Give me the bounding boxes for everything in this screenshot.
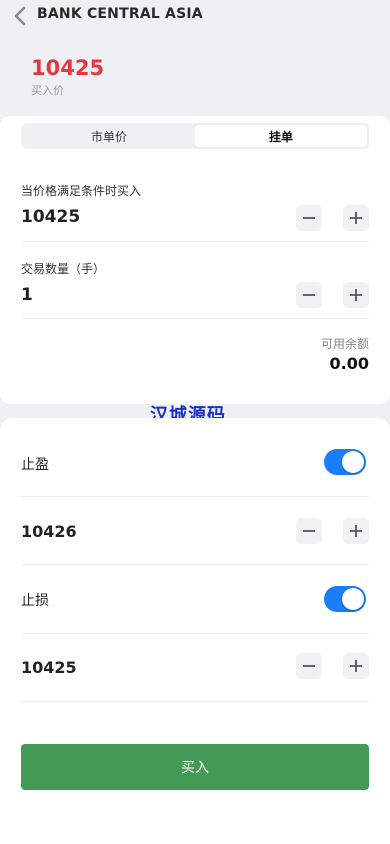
tab-limit-order[interactable]: 挂单 [195,125,367,147]
chevron-left-icon [14,6,26,26]
available-balance-label: 可用余额 [320,337,369,351]
plus-icon [350,660,362,672]
trigger-minus-button[interactable] [296,205,322,231]
minus-icon [303,294,315,296]
take-profit-label: 止盈 [21,457,49,473]
divider [21,633,369,634]
minus-icon [303,217,315,219]
price-block: 10425 买入价 [31,56,104,98]
trigger-plus-button[interactable] [343,205,369,231]
plus-icon [350,289,362,301]
page-title: BANK CENTRAL ASIA [37,6,203,22]
order-type-tabs: 市单价 挂单 [21,123,369,149]
stop-loss-plus-button[interactable] [343,653,369,679]
trigger-price-value[interactable]: 10425 [21,207,80,227]
quantity-plus-button[interactable] [343,282,369,308]
minus-icon [303,665,315,667]
stop-loss-value[interactable]: 10425 [21,658,77,677]
take-profit-minus-button[interactable] [296,518,322,544]
take-profit-toggle[interactable] [324,449,366,475]
quantity-value[interactable]: 1 [21,285,33,305]
divider [21,701,369,702]
quantity-label: 交易数量（手） [21,262,106,276]
quantity-minus-button[interactable] [296,282,322,308]
divider [21,241,369,242]
minus-icon [303,530,315,532]
header: BANK CENTRAL ASIA [0,0,390,32]
take-profit-plus-button[interactable] [343,518,369,544]
toggle-knob [342,588,364,610]
divider [21,496,369,497]
plus-icon [350,525,362,537]
available-balance-value: 0.00 [329,354,369,373]
buy-price-value: 10425 [31,56,105,80]
toggle-knob [342,451,364,473]
take-profit-value[interactable]: 10426 [21,522,77,541]
trigger-price-label: 当价格满足条件时买入 [21,184,142,198]
stop-loss-minus-button[interactable] [296,653,322,679]
tab-market-order[interactable]: 市单价 [23,125,195,147]
back-button[interactable] [10,6,30,26]
buy-button[interactable]: 买入 [21,744,369,790]
divider [21,318,369,319]
divider [21,564,369,565]
stop-loss-label: 止损 [21,593,49,609]
stop-loss-toggle[interactable] [324,586,366,612]
plus-icon [350,212,362,224]
order-card: 市单价 挂单 当价格满足条件时买入 10425 交易数量（手） 1 可用余额 0… [0,116,390,404]
buy-price-label: 买入价 [31,84,64,97]
